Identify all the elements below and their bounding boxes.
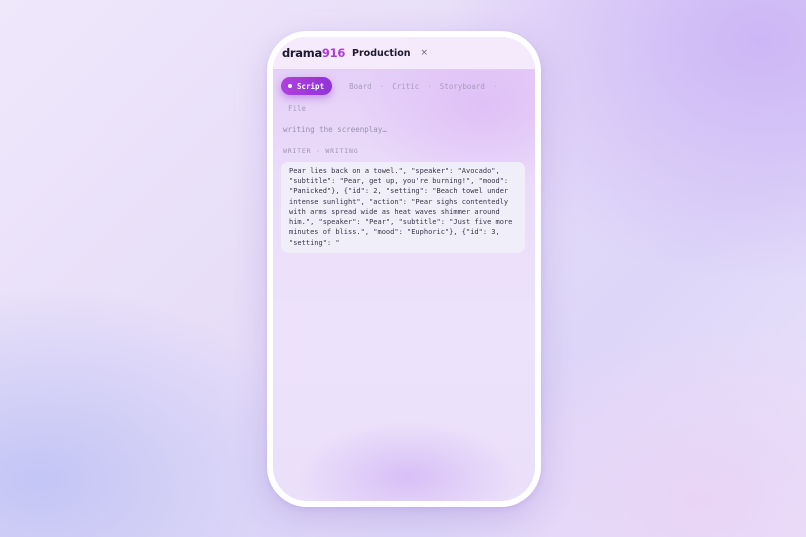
status-text: writing the screenplay… bbox=[283, 125, 387, 134]
script-output-text: Pear lies back on a towel.", "speaker": … bbox=[289, 166, 517, 247]
close-icon[interactable]: × bbox=[421, 48, 429, 58]
script-output-panel: Pear lies back on a towel.", "speaker": … bbox=[281, 162, 525, 253]
tab-separator: · bbox=[427, 81, 432, 91]
page-title: Production bbox=[352, 47, 411, 59]
tab-file[interactable]: File bbox=[288, 104, 306, 113]
app-logo: drama916 bbox=[282, 46, 346, 60]
tab-board[interactable]: Board bbox=[349, 82, 372, 91]
phone-screen: drama916 Production × Script Board · Cri… bbox=[273, 37, 535, 501]
tab-storyboard[interactable]: Storyboard bbox=[440, 82, 485, 91]
section-label: WRITER · WRITING bbox=[283, 147, 359, 155]
app-header: drama916 Production × bbox=[273, 37, 535, 70]
phone-frame: drama916 Production × Script Board · Cri… bbox=[267, 31, 541, 507]
tab-separator: · bbox=[492, 81, 498, 91]
tab-script[interactable]: Script bbox=[281, 77, 333, 95]
tab-critic[interactable]: Critic bbox=[392, 82, 419, 91]
active-dot-icon bbox=[288, 84, 292, 88]
tab-separator: · bbox=[379, 81, 385, 91]
tab-bar: Script Board · Critic · Storyboard · Fil… bbox=[281, 77, 521, 117]
